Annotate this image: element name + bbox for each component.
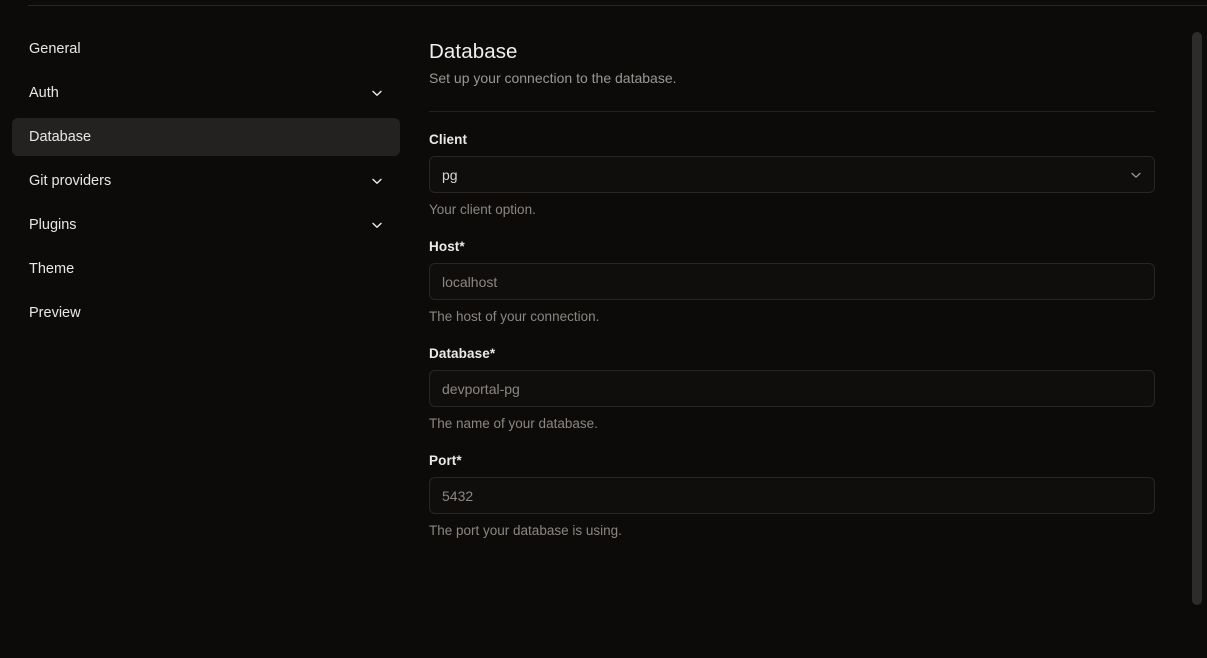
field-label-database: Database* [429, 346, 1155, 361]
header-divider [429, 111, 1155, 112]
field-hint-host: The host of your connection. [429, 309, 1155, 324]
sidebar-item-label: Database [29, 130, 91, 145]
field-hint-client: Your client option. [429, 202, 1155, 217]
client-select[interactable]: pg [429, 156, 1155, 193]
sidebar-item-plugins[interactable]: Plugins [12, 206, 400, 244]
database-settings-panel: Database Set up your connection to the d… [412, 6, 1207, 658]
sidebar-item-label: General [29, 42, 81, 57]
sidebar-item-label: Preview [29, 306, 81, 321]
client-select-value: pg [430, 167, 1154, 183]
chevron-down-icon[interactable] [370, 174, 384, 188]
page-subtitle: Set up your connection to the database. [429, 70, 1155, 86]
chevron-down-icon[interactable] [370, 218, 384, 232]
sidebar-item-label: Auth [29, 86, 59, 101]
field-port: Port* The port your database is using. [429, 453, 1155, 538]
settings-sidebar: General Auth Database Git providers Plug… [0, 6, 412, 338]
host-input-wrapper[interactable] [429, 263, 1155, 300]
field-database: Database* The name of your database. [429, 346, 1155, 431]
field-client: Client pg Your client option. [429, 132, 1155, 217]
sidebar-item-preview[interactable]: Preview [12, 294, 400, 332]
host-input[interactable] [430, 264, 1154, 299]
field-hint-port: The port your database is using. [429, 523, 1155, 538]
sidebar-item-label: Git providers [29, 174, 111, 189]
sidebar-item-database[interactable]: Database [12, 118, 400, 156]
sidebar-item-label: Plugins [29, 218, 77, 233]
field-hint-database: The name of your database. [429, 416, 1155, 431]
database-input[interactable] [430, 371, 1154, 406]
field-label-host: Host* [429, 239, 1155, 254]
sidebar-item-git-providers[interactable]: Git providers [12, 162, 400, 200]
chevron-down-icon[interactable] [370, 86, 384, 100]
port-input[interactable] [430, 478, 1154, 513]
chevron-down-icon[interactable] [1129, 168, 1143, 182]
sidebar-item-theme[interactable]: Theme [12, 250, 400, 288]
field-host: Host* The host of your connection. [429, 239, 1155, 324]
sidebar-item-label: Theme [29, 262, 74, 277]
vertical-scrollbar[interactable] [1181, 6, 1207, 658]
sidebar-item-auth[interactable]: Auth [12, 74, 400, 112]
page-title: Database [429, 40, 1155, 64]
port-input-wrapper[interactable] [429, 477, 1155, 514]
field-label-client: Client [429, 132, 1155, 147]
field-label-port: Port* [429, 453, 1155, 468]
sidebar-item-general[interactable]: General [12, 30, 400, 68]
scrollbar-thumb[interactable] [1192, 32, 1202, 605]
database-input-wrapper[interactable] [429, 370, 1155, 407]
